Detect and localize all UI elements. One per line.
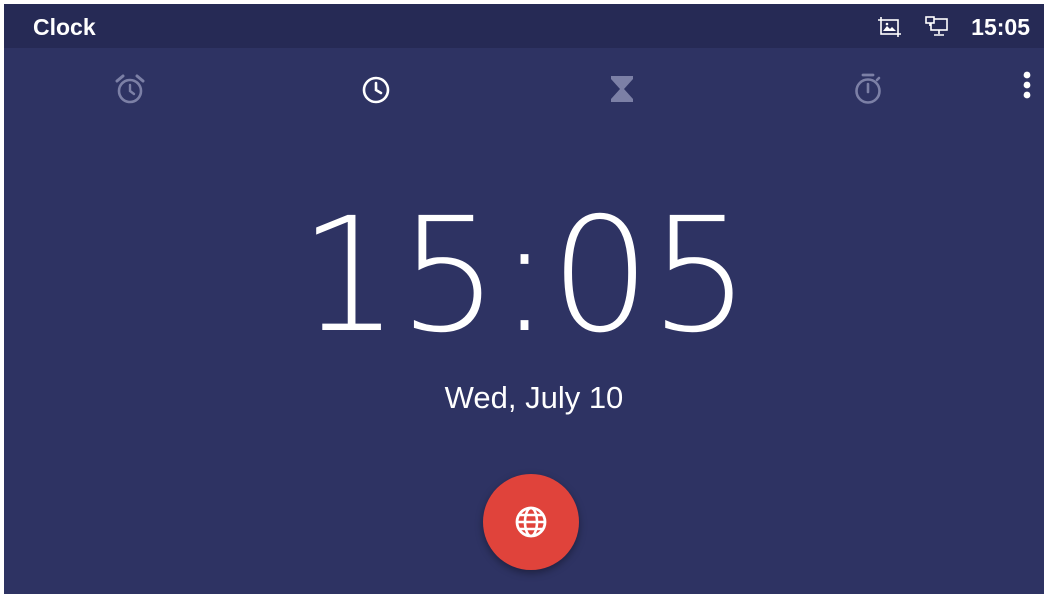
world-clock-button[interactable]	[483, 474, 579, 570]
tab-stopwatch[interactable]	[838, 48, 898, 134]
hourglass-icon	[605, 72, 639, 106]
app-title: Clock	[33, 14, 96, 40]
globe-icon	[512, 503, 550, 541]
clock-icon	[359, 72, 393, 106]
clock-date: Wed, July 10	[444, 380, 624, 415]
clock-screen: Clock 15:05 15:05 Wed, July 10	[4, 4, 1044, 594]
digital-clock-time: 15:05	[298, 184, 750, 368]
network-icon	[925, 16, 949, 38]
status-bar: Clock 15:05	[4, 4, 1044, 48]
alarm-clock-icon	[113, 72, 147, 106]
tab-timer[interactable]	[592, 48, 652, 134]
overflow-menu-button[interactable]	[1012, 68, 1042, 104]
stopwatch-icon	[851, 72, 885, 106]
screenshot-icon	[878, 16, 902, 38]
status-bar-time: 15:05	[971, 14, 1030, 40]
more-vert-icon	[1012, 68, 1042, 104]
tab-clock[interactable]	[346, 48, 406, 134]
tab-bar	[4, 48, 1044, 134]
tab-alarm[interactable]	[100, 48, 160, 134]
